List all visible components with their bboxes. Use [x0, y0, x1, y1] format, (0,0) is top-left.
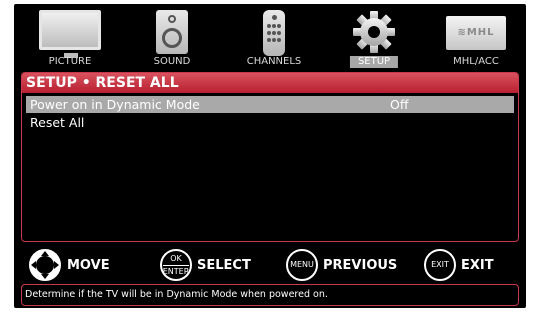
remote-icon: [263, 10, 285, 56]
hint-exit: EXIT EXIT: [424, 249, 494, 281]
mhl-logo-icon: ≋MHL: [446, 16, 506, 50]
tab-label: SETUP: [349, 56, 399, 68]
hint-label: PREVIOUS: [323, 257, 398, 273]
gear-icon: [353, 11, 395, 53]
speaker-icon: [156, 10, 188, 54]
hint-move: MOVE: [28, 249, 110, 281]
ok-enter-key-icon: OK ENTER: [160, 249, 192, 281]
tab-label: PICTURE: [48, 56, 92, 67]
menu-item-reset-all[interactable]: Reset All: [26, 114, 514, 131]
hint-label: SELECT: [197, 257, 251, 273]
tab-sound[interactable]: SOUND: [124, 4, 220, 70]
exit-key-icon: EXIT: [424, 249, 456, 281]
tv-menu-screen: PICTURE SOUND CHANNELS SETUP ≋MHL MHL/AC…: [14, 4, 526, 308]
tab-label: CHANNELS: [246, 56, 302, 67]
menu-panel: SETUP • RESET ALL Power on in Dynamic Mo…: [21, 72, 519, 242]
menu-item-power-on-dynamic-mode[interactable]: Power on in Dynamic Mode Off: [26, 96, 514, 113]
menu-item-label: Power on in Dynamic Mode: [30, 97, 200, 112]
hint-label: MOVE: [67, 257, 110, 273]
tv-icon: [39, 10, 101, 58]
tab-channels[interactable]: CHANNELS: [226, 4, 322, 70]
tab-label: MHL/ACC: [453, 56, 499, 67]
tab-mhl-acc[interactable]: ≋MHL MHL/ACC: [428, 4, 524, 70]
dpad-icon: [29, 249, 61, 281]
button-hint-bar: MOVE OK ENTER SELECT MENU PREVIOUS EXIT …: [14, 244, 526, 284]
tab-setup[interactable]: SETUP: [326, 4, 422, 70]
hint-select: OK ENTER SELECT: [160, 249, 251, 281]
hint-label: EXIT: [461, 257, 494, 273]
hint-previous: MENU PREVIOUS: [286, 249, 398, 281]
menu-key-icon: MENU: [286, 249, 318, 281]
panel-title: SETUP • RESET ALL: [22, 73, 518, 93]
help-text: Determine if the TV will be in Dynamic M…: [21, 284, 519, 306]
tab-picture[interactable]: PICTURE: [22, 4, 118, 70]
menu-item-value[interactable]: Off: [390, 96, 408, 113]
menu-item-label: Reset All: [30, 115, 85, 130]
menu-tab-bar: PICTURE SOUND CHANNELS SETUP ≋MHL MHL/AC…: [14, 4, 526, 70]
tab-label: SOUND: [153, 56, 191, 67]
